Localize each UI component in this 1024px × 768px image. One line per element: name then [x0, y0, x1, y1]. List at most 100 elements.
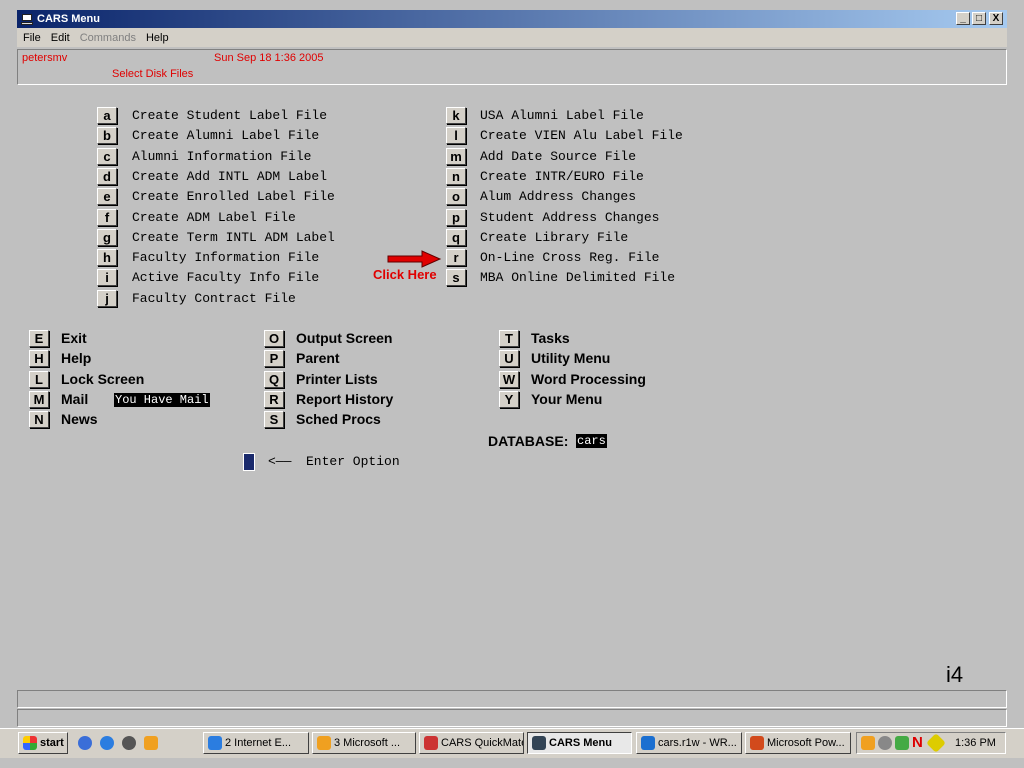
option-b-label[interactable]: Create Alumni Label File	[132, 128, 319, 143]
tray-pencil-icon[interactable]	[926, 733, 946, 753]
cmd-W-label[interactable]: Word Processing	[531, 371, 646, 387]
key-b-button[interactable]: b	[97, 127, 117, 145]
terminal-icon	[21, 13, 33, 25]
tray-security-icon[interactable]	[878, 736, 892, 750]
menu-file[interactable]: File	[23, 32, 41, 44]
close-button[interactable]: X	[989, 12, 1003, 25]
title-bar[interactable]: CARS Menu _ □ X	[17, 10, 1007, 28]
tray-outlook-icon[interactable]	[861, 736, 875, 750]
option-k-label[interactable]: USA Alumni Label File	[480, 108, 644, 123]
menu-help[interactable]: Help	[146, 32, 169, 44]
cmd-O-button[interactable]: O	[264, 330, 284, 347]
cmd-Q-label[interactable]: Printer Lists	[296, 371, 378, 387]
key-m-button[interactable]: m	[446, 147, 466, 165]
key-q-button[interactable]: q	[446, 228, 466, 246]
option-a-label[interactable]: Create Student Label File	[132, 108, 327, 123]
cmd-W-button[interactable]: W	[499, 370, 519, 388]
cmd-L-button[interactable]: L	[29, 370, 49, 388]
taskbar-item-label: CARS Menu	[549, 737, 612, 749]
option-m-label[interactable]: Add Date Source File	[480, 149, 636, 164]
option-q-label[interactable]: Create Library File	[480, 230, 628, 245]
taskbar-item-label: Microsoft Pow...	[767, 737, 845, 749]
key-g-button[interactable]: g	[97, 228, 117, 246]
cmd-S-button[interactable]: S	[264, 411, 284, 429]
option-g-label[interactable]: Create Term INTL ADM Label	[132, 230, 335, 245]
tray-network-icon[interactable]	[895, 736, 909, 750]
desktop-icon[interactable]	[78, 736, 92, 750]
key-n-button[interactable]: n	[446, 167, 466, 185]
key-i-button[interactable]: i	[97, 269, 117, 287]
option-h-label[interactable]: Faculty Information File	[132, 250, 319, 265]
cmd-Y-button[interactable]: Y	[499, 390, 519, 408]
key-d-button[interactable]: d	[97, 167, 117, 185]
key-l-button[interactable]: l	[446, 127, 466, 145]
option-f-label[interactable]: Create ADM Label File	[132, 210, 296, 225]
powerpoint-icon	[750, 736, 764, 750]
menu-commands[interactable]: Commands	[80, 32, 136, 44]
taskbar-item[interactable]: 3 Microsoft ...	[312, 732, 416, 754]
cmd-R-label[interactable]: Report History	[296, 391, 393, 407]
cmd-N-button[interactable]: N	[29, 411, 49, 429]
taskbar-item[interactable]: CARS Menu	[527, 732, 632, 754]
clock: 1:36 PM	[955, 737, 996, 749]
cmd-H-button[interactable]: H	[29, 350, 49, 368]
start-button[interactable]: start	[18, 732, 68, 754]
cmd-P-label[interactable]: Parent	[296, 350, 340, 366]
menu-edit[interactable]: Edit	[51, 32, 70, 44]
option-e-label[interactable]: Create Enrolled Label File	[132, 189, 335, 204]
taskbar-item[interactable]: CARS QuickMate	[419, 732, 524, 754]
key-a-button[interactable]: a	[97, 107, 117, 124]
screen-name: Select Disk Files	[112, 68, 194, 80]
option-d-label[interactable]: Create Add INTL ADM Label	[132, 169, 327, 184]
taskbar-item[interactable]: 2 Internet E...	[203, 732, 309, 754]
option-o-label[interactable]: Alum Address Changes	[480, 189, 636, 204]
option-i-label[interactable]: Active Faculty Info File	[132, 270, 319, 285]
key-o-button[interactable]: o	[446, 188, 466, 206]
cars-icon	[424, 736, 438, 750]
cmd-P-button[interactable]: P	[264, 350, 284, 368]
option-input[interactable]	[243, 453, 255, 471]
cmd-U-label[interactable]: Utility Menu	[531, 350, 610, 366]
key-f-button[interactable]: f	[97, 208, 117, 226]
cmd-E-label[interactable]: Exit	[61, 330, 87, 346]
option-n-label[interactable]: Create INTR/EURO File	[480, 169, 644, 184]
database-label: DATABASE:	[488, 433, 569, 449]
system-tray: N 1:36 PM	[856, 732, 1006, 754]
ie-quicklaunch-icon[interactable]	[100, 736, 114, 750]
cmd-L-label[interactable]: Lock Screen	[61, 371, 144, 387]
cmd-T-button[interactable]: T	[499, 330, 519, 347]
cmd-E-button[interactable]: E	[29, 330, 49, 347]
cmd-S-label[interactable]: Sched Procs	[296, 411, 381, 427]
key-e-button[interactable]: e	[97, 188, 117, 206]
cmd-N-label[interactable]: News	[61, 411, 98, 427]
maximize-button[interactable]: □	[972, 12, 986, 25]
cmd-T-label[interactable]: Tasks	[531, 330, 570, 346]
key-h-button[interactable]: h	[97, 249, 117, 267]
outlook-quicklaunch-icon[interactable]	[144, 736, 158, 750]
minimize-button[interactable]: _	[956, 12, 970, 25]
key-p-button[interactable]: p	[446, 208, 466, 226]
cmd-H-label[interactable]: Help	[61, 350, 91, 366]
key-c-button[interactable]: c	[97, 147, 117, 165]
option-j-label[interactable]: Faculty Contract File	[132, 291, 296, 306]
option-c-label[interactable]: Alumni Information File	[132, 149, 311, 164]
taskbar-item[interactable]: cars.r1w - WR...	[636, 732, 742, 754]
key-j-button[interactable]: j	[97, 289, 117, 307]
key-r-button[interactable]: r	[446, 249, 466, 267]
tray-n-icon[interactable]: N	[912, 734, 923, 751]
cmd-Y-label[interactable]: Your Menu	[531, 391, 602, 407]
key-s-button[interactable]: s	[446, 269, 466, 287]
option-l-label[interactable]: Create VIEN Alu Label File	[480, 128, 683, 143]
cmd-M-label[interactable]: Mail	[61, 391, 88, 407]
cmd-M-button[interactable]: M	[29, 390, 49, 408]
media-icon[interactable]	[122, 736, 136, 750]
cmd-O-label[interactable]: Output Screen	[296, 330, 392, 346]
cmd-U-button[interactable]: U	[499, 350, 519, 368]
option-s-label[interactable]: MBA Online Delimited File	[480, 270, 675, 285]
option-p-label[interactable]: Student Address Changes	[480, 210, 659, 225]
cmd-R-button[interactable]: R	[264, 390, 284, 408]
cmd-Q-button[interactable]: Q	[264, 370, 284, 388]
option-r-label[interactable]: On-Line Cross Reg. File	[480, 250, 659, 265]
taskbar-item[interactable]: Microsoft Pow...	[745, 732, 851, 754]
key-k-button[interactable]: k	[446, 107, 466, 124]
